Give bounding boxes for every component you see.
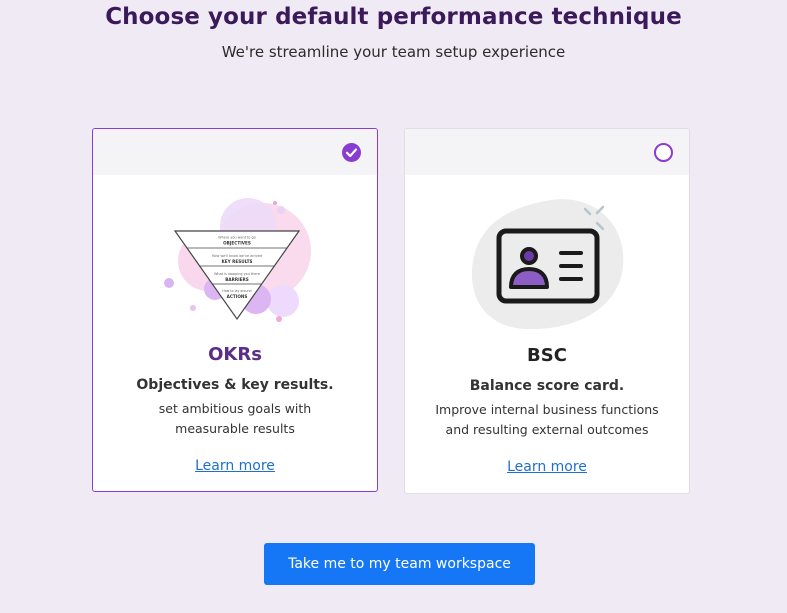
- bsc-card-description-line1: Improve internal business functions: [435, 402, 659, 417]
- bsc-radio-unchecked[interactable]: [654, 143, 673, 162]
- page-title: Choose your default performance techniqu…: [105, 4, 682, 30]
- pyramid-barriers-label: BARRIERS: [225, 277, 249, 282]
- team-workspace-button[interactable]: Take me to my team workspace: [264, 543, 535, 585]
- okr-card-title: OKRs: [208, 344, 262, 365]
- page-subtitle: We're streamline your team setup experie…: [221, 43, 566, 61]
- bsc-card-description-line2: and resulting external outcomes: [445, 422, 649, 437]
- okr-learn-more-link[interactable]: Learn more: [93, 458, 377, 474]
- bsc-card-title: BSC: [527, 345, 567, 366]
- bsc-card-subtitle: Balance score card.: [469, 378, 625, 394]
- okr-radio-checked[interactable]: [342, 143, 361, 162]
- check-icon: [345, 148, 358, 158]
- pyramid-actions-hint: How to lay around: [222, 289, 251, 293]
- pyramid-actions-label: ACTIONS: [227, 294, 248, 299]
- okr-pyramid-illustration: Where you want to go OBJECTIVES How we'l…: [164, 198, 311, 322]
- okr-card-subtitle: Objectives & key results.: [136, 377, 334, 393]
- bsc-learn-more-link[interactable]: Learn more: [405, 459, 689, 475]
- okr-card[interactable]: Where you want to go OBJECTIVES How we'l…: [92, 128, 378, 492]
- pyramid-objectives-hint: Where you want to go: [218, 236, 256, 240]
- id-card-illustration: [471, 199, 624, 330]
- okr-card-description-line1: set ambitious goals with: [158, 401, 312, 416]
- pyramid-key-results-hint: How we'll know we've arrived: [212, 254, 262, 258]
- pyramid-barriers-hint: What is stopping you there: [214, 272, 260, 276]
- okr-card-description-line2: measurable results: [175, 421, 295, 436]
- okr-card-header: [93, 129, 377, 175]
- bsc-card-header: [405, 129, 689, 175]
- pyramid-objectives-label: OBJECTIVES: [223, 241, 251, 246]
- bsc-card[interactable]: BSC Balance score card. Improve internal…: [404, 128, 690, 494]
- pyramid-key-results-label: KEY RESULTS: [222, 259, 253, 264]
